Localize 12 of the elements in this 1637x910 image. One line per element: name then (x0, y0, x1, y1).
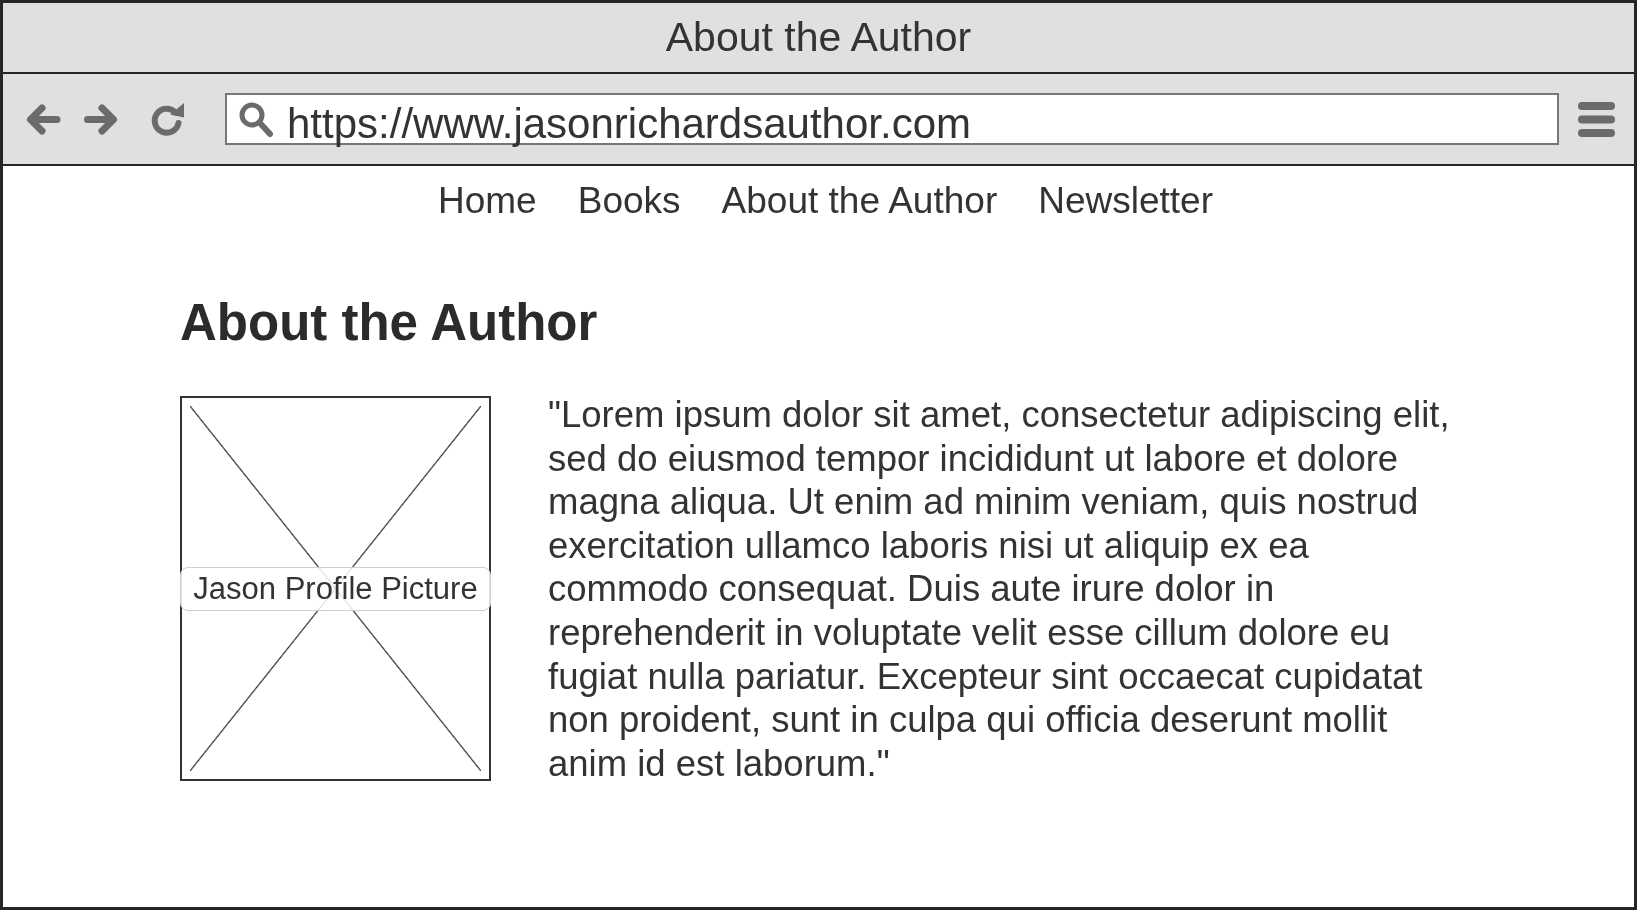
nav-link[interactable]: Books (577, 180, 681, 222)
search-icon (238, 100, 274, 138)
address-field[interactable]: https://www.jasonrichardsauthor.com (225, 93, 1559, 145)
author-bio: "Lorem ipsum dolor sit amet, consectetur adipiscing elit, sed do eiusmod tempor incididunt ut labore et dolore magna aliqua. Ut enim ad minim veniam, quis nostrud exercitation ullamco laboris nisi ut aliquip ex ea commodo consequat. Duis aute irure dolor in reprehenderit in voluptate velit esse cillum dolore eu fugiat nulla pariatur. Excepteur sint occaecat cupidatat non proident, sunt in culpa qui officia deserunt mollit anim id est laborum." (548, 393, 1451, 786)
nav-link[interactable]: Newsletter (1038, 180, 1213, 222)
reload-icon[interactable] (149, 100, 186, 138)
nav-link[interactable]: About the Author (721, 180, 998, 222)
menu-icon[interactable] (1578, 100, 1615, 138)
image-label: Jason Profile Picture (180, 566, 491, 611)
page-heading: About the Author (180, 294, 598, 352)
nav-link[interactable]: Home (438, 180, 537, 222)
window-title: About the Author (665, 14, 972, 61)
